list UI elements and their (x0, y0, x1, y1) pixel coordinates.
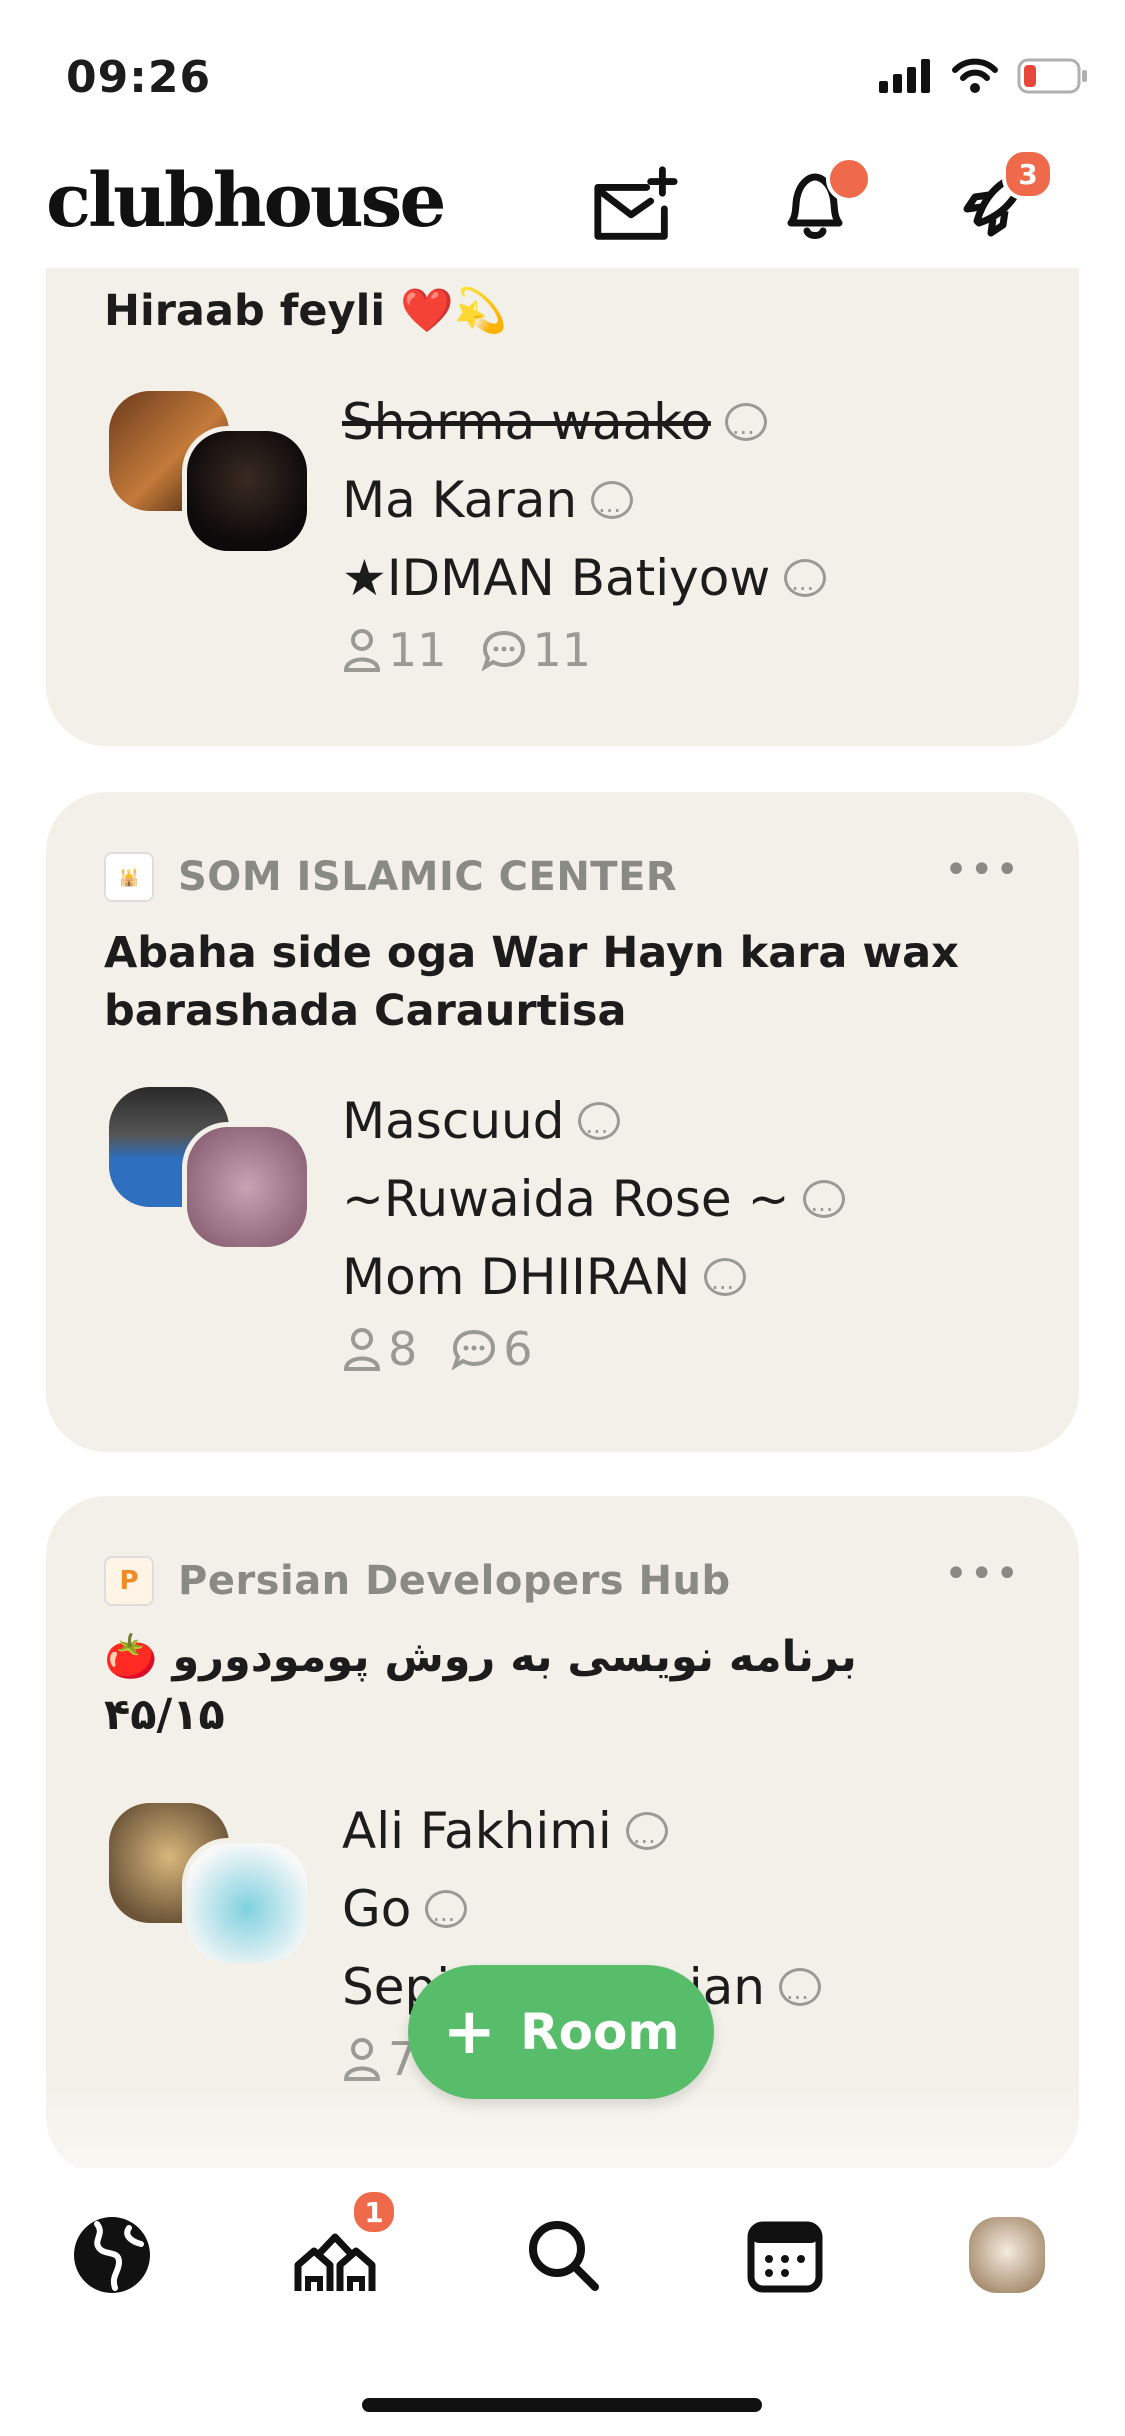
speaker-name: ★ IDMAN Batiyow (342, 539, 827, 628)
start-room-button[interactable]: + Room (408, 1965, 714, 2099)
chat-bubble-icon (784, 550, 827, 628)
chat-bubble-icon (803, 1171, 846, 1249)
nav-calendar[interactable] (740, 2210, 830, 2300)
speaker-count: 11 (481, 623, 591, 677)
avatar (182, 426, 312, 556)
speaker-avatars (104, 1798, 314, 1968)
speaker-list: Mascuud ~Ruwaida Rose ~ Mom DHIIRAN 8 6 (342, 1082, 846, 1376)
listener-count: 8 (342, 1322, 417, 1376)
club-row[interactable]: 🕌 SOM ISLAMIC CENTER (104, 852, 677, 902)
signal-icon (879, 59, 930, 93)
chat-bubble-icon (724, 394, 767, 472)
speaker-name: Mascuud (342, 1082, 845, 1171)
club-logo: P (104, 1556, 154, 1606)
chat-bubble-icon (704, 1249, 747, 1327)
notifications-button[interactable] (770, 156, 872, 250)
club-name: Persian Developers Hub (178, 1558, 731, 1604)
activity-button[interactable]: 3 (950, 148, 1054, 250)
room-card[interactable]: Hiraab feyli ❤️💫 Sharma waako Ma Karan ★… (46, 268, 1079, 746)
room-counts: 8 6 (342, 1322, 845, 1376)
person-icon (343, 629, 381, 672)
invite-button[interactable] (590, 160, 680, 250)
home-indicator (362, 2398, 762, 2412)
more-options-button[interactable]: ••• (944, 850, 1021, 890)
avatar (182, 1122, 312, 1252)
club-row[interactable]: P Persian Developers Hub (104, 1556, 731, 1606)
clubhouse-logo: clubhouse (46, 158, 446, 244)
listener-count: 11 (342, 623, 447, 677)
chat-bubble-icon (578, 1093, 621, 1171)
speaker-count: 6 (451, 1322, 533, 1376)
person-icon (343, 1328, 381, 1371)
profile-avatar (969, 2217, 1045, 2293)
chat-icon (481, 630, 525, 671)
speaker-name: Mom DHIIRAN (342, 1238, 845, 1327)
chat-icon (451, 1329, 496, 1370)
status-icons (879, 58, 1089, 94)
chat-bubble-icon (425, 1881, 468, 1959)
avatar (182, 1838, 312, 1968)
speaker-name: Ma Karan (342, 461, 826, 550)
chat-bubble-icon (778, 1959, 821, 2037)
activity-badge: 3 (1002, 148, 1054, 200)
speaker-name: ~Ruwaida Rose ~ (342, 1160, 846, 1249)
room-title: 🍅 برنامه نویسی به روش پومودورو ۴۵/۱۵ (104, 1632, 857, 1740)
nav-search[interactable] (518, 2210, 608, 2300)
speaker-name: Ali Fakhimi (342, 1792, 821, 1881)
houses-badge: 1 (350, 2188, 398, 2236)
speaker-name: Sharma waako (342, 383, 826, 472)
start-room-label: Room (520, 2003, 680, 2061)
room-title: Hiraab feyli ❤️💫 (104, 286, 508, 336)
more-options-button[interactable]: ••• (944, 1554, 1021, 1594)
club-logo: 🕌 (104, 852, 154, 902)
room-counts: 11 11 (342, 623, 826, 677)
bottom-nav: 1 (0, 2170, 1125, 2436)
nav-profile[interactable] (962, 2210, 1052, 2300)
chat-bubble-icon (625, 1803, 668, 1881)
speaker-avatars (104, 386, 314, 556)
room-title: Abaha side oga War Hayn kara wax barasha… (104, 928, 959, 1036)
plus-icon: + (442, 1995, 497, 2069)
room-card[interactable]: 🕌 SOM ISLAMIC CENTER ••• Abaha side oga … (46, 792, 1079, 1452)
chat-bubble-icon (591, 472, 634, 550)
speaker-avatars (104, 1082, 314, 1252)
club-name: SOM ISLAMIC CENTER (178, 854, 678, 900)
calendar-icon (747, 2221, 823, 2293)
room-feed[interactable]: Hiraab feyli ❤️💫 Sharma waako Ma Karan ★… (0, 268, 1125, 2168)
battery-icon (1017, 58, 1087, 94)
nav-houses[interactable]: 1 (290, 2188, 398, 2300)
search-icon (529, 2221, 599, 2291)
wifi-icon (952, 58, 998, 93)
speaker-list: Sharma waako Ma Karan ★IDMAN Batiyow 11 … (342, 383, 827, 677)
globe-icon (74, 2217, 150, 2293)
nav-explore[interactable] (67, 2210, 157, 2300)
status-time: 09:26 (66, 52, 212, 103)
speaker-name: Go (342, 1870, 821, 1959)
notification-dot (826, 156, 872, 202)
envelope-plus-icon (594, 166, 678, 240)
